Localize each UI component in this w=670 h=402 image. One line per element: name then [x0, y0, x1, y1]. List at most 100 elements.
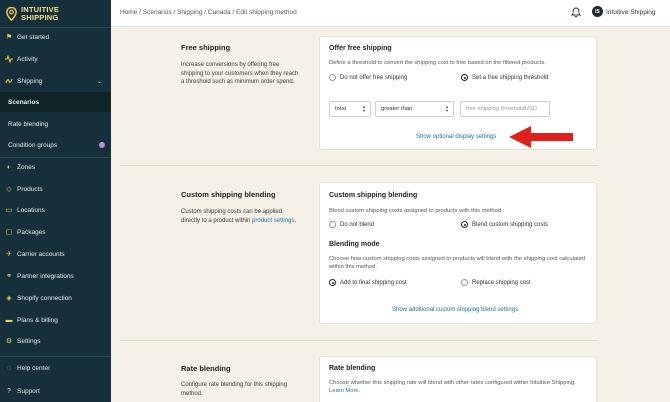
- radio-set-free-shipping-threshold[interactable]: Set a free shipping threshold: [461, 74, 548, 81]
- sidebar-item-zones[interactable]: ◐ Zones: [0, 157, 111, 177]
- radio-button[interactable]: [461, 279, 468, 286]
- sidebar-item-scenarios[interactable]: Scenarios: [0, 92, 111, 112]
- sidebar-item-activity[interactable]: Activity: [0, 49, 111, 69]
- flag-icon: ⚑: [5, 34, 13, 41]
- breadcrumb[interactable]: Home / Scenarios / Shipping / Canada / E…: [120, 9, 297, 16]
- chevron-down-icon: ⌄: [96, 78, 102, 85]
- sidebar-item-label: Rate blending: [8, 120, 49, 128]
- sidebar-item-carrier-accounts[interactable]: ✈ Carrier accounts: [0, 244, 111, 264]
- card-title: Custom shipping blending: [329, 192, 418, 199]
- shopify-icon: ◈: [6, 295, 12, 302]
- sidebar-item-partner-integrations[interactable]: ⚭ Partner integrations: [0, 266, 111, 286]
- sidebar-item-label: Activity: [17, 55, 38, 63]
- locations-icon: ▭: [5, 207, 13, 214]
- sidebar-item-label: Packages: [17, 228, 46, 236]
- radio-button[interactable]: [329, 279, 336, 286]
- sidebar-item-plans-billing[interactable]: ▬ Plans & billing: [0, 310, 111, 330]
- select-arrows-icon: ▲ ▼: [362, 104, 366, 113]
- sidebar-divider: [0, 356, 111, 357]
- radio-button[interactable]: [461, 221, 468, 228]
- blending-mode-title: Blending mode: [329, 241, 380, 248]
- radio-button[interactable]: [329, 221, 336, 228]
- partner-icon: ⚭: [6, 273, 12, 280]
- product-settings-link[interactable]: product settings: [252, 218, 294, 224]
- sidebar-item-label: Partner integrations: [17, 272, 74, 280]
- user-name[interactable]: Intuitive Shipping: [606, 9, 656, 16]
- help-icon: ◌: [6, 364, 12, 372]
- zones-icon: ◐: [6, 163, 12, 171]
- show-optional-display-settings-link[interactable]: Show optional display settings: [416, 134, 496, 140]
- carrier-icon: ✈: [6, 251, 12, 258]
- sidebar-item-locations[interactable]: ▭ Locations: [0, 200, 111, 220]
- card-subtitle: Choose whether this shipping rate will b…: [329, 380, 576, 394]
- bell-icon[interactable]: [571, 7, 581, 18]
- card-title: Rate blending: [329, 365, 376, 372]
- red-arrow-icon: [509, 126, 573, 148]
- shipping-icon: [5, 77, 13, 85]
- notification-badge: !: [99, 142, 105, 148]
- sidebar-item-label: Settings: [17, 337, 41, 345]
- learn-more-link[interactable]: Learn More.: [329, 388, 360, 394]
- card-subtitle: Blend custom shipping costs assigned to …: [329, 208, 503, 214]
- sidebar-item-label: Carrier accounts: [17, 250, 65, 258]
- app-name: INTUITIVE SHIPPING: [21, 5, 60, 22]
- custom-shipping-blending-card: Custom shipping blending Blend custom sh…: [319, 182, 597, 324]
- sidebar-item-help-center[interactable]: ◌ Help center: [0, 358, 111, 378]
- sidebar: INTUITIVE SHIPPING ⚑ Get started Activit…: [0, 0, 111, 402]
- radio-button[interactable]: [329, 74, 336, 81]
- field-select[interactable]: total ▲ ▼: [329, 101, 371, 117]
- blending-mode-subtitle: Choose how custom shipping costs assigne…: [329, 256, 586, 270]
- sidebar-item-get-started[interactable]: ⚑ Get started: [0, 27, 111, 47]
- radio-do-not-blend[interactable]: Do not blend: [329, 221, 374, 228]
- radio-button[interactable]: [461, 74, 468, 81]
- radio-add-to-final-shipping-cost[interactable]: Add to final shipping cost: [329, 279, 407, 286]
- rate-blending-description: Configure rate blending for this shippin…: [181, 382, 288, 397]
- card-title: Offer free shipping: [329, 45, 392, 52]
- sidebar-item-rate-blending[interactable]: Rate blending: [0, 114, 111, 134]
- location-pin-icon: [6, 7, 17, 21]
- custom-blending-section-title: Custom shipping blending: [181, 190, 276, 199]
- section-divider: [120, 165, 598, 166]
- sidebar-item-label: Get started: [17, 33, 50, 41]
- custom-blending-description: Custom shipping costs can be applied dir…: [181, 209, 297, 224]
- settings-icon: ⚙: [5, 338, 13, 345]
- sidebar-item-support[interactable]: ? Support: [0, 381, 111, 401]
- rate-blending-card: Rate blending Choose whether this shippi…: [319, 356, 597, 402]
- show-additional-blend-settings-link[interactable]: Show additional custom shipping blend se…: [392, 307, 518, 313]
- radio-replace-shipping-cost[interactable]: Replace shipping cost: [461, 279, 531, 286]
- rate-blending-section-title: Rate blending: [181, 364, 231, 373]
- top-bar: Home / Scenarios / Shipping / Canada / E…: [111, 0, 670, 27]
- free-shipping-section-title: Free shipping: [181, 43, 231, 52]
- operator-select[interactable]: greater than ▲ ▼: [375, 101, 454, 117]
- sidebar-item-label: Plans & billing: [17, 316, 58, 324]
- sidebar-item-label: Help center: [17, 364, 51, 372]
- radio-do-not-offer-free-shipping[interactable]: Do not offer free shipping: [329, 74, 407, 81]
- sidebar-item-label: Products: [17, 185, 43, 193]
- sidebar-item-shipping[interactable]: Shipping ⌄: [0, 71, 111, 91]
- activity-icon: [5, 55, 13, 63]
- radio-blend-custom-shipping-costs[interactable]: Blend custom shipping costs: [461, 221, 548, 228]
- sidebar-item-label: Shipping: [17, 77, 43, 85]
- sidebar-item-products[interactable]: ◇ Products: [0, 179, 111, 199]
- free-shipping-description: Increase conversions by offering free sh…: [181, 62, 299, 85]
- section-divider: [120, 340, 598, 341]
- avatar[interactable]: IS: [592, 6, 603, 17]
- packages-icon: ▢: [5, 229, 13, 236]
- sidebar-item-packages[interactable]: ▢ Packages: [0, 222, 111, 242]
- app-logo[interactable]: INTUITIVE SHIPPING: [0, 0, 111, 28]
- sidebar-item-label: Support: [17, 387, 40, 395]
- sidebar-item-settings[interactable]: ⚙ Settings: [0, 331, 111, 351]
- sidebar-item-label: Locations: [17, 206, 45, 214]
- currency-suffix: USD: [524, 106, 537, 112]
- support-icon: ?: [7, 387, 11, 395]
- sidebar-item-label: Zones: [17, 163, 36, 171]
- sidebar-item-condition-groups[interactable]: Condition groups !: [0, 135, 111, 155]
- sidebar-item-label: Condition groups: [8, 141, 58, 149]
- threshold-input[interactable]: free shipping threshold USD: [460, 101, 550, 117]
- sidebar-item-shopify-connection[interactable]: ◈ Shopify connection: [0, 288, 111, 308]
- select-arrows-icon: ▲ ▼: [445, 104, 449, 113]
- products-icon: ◇: [6, 186, 12, 193]
- sidebar-item-label: Scenarios: [8, 98, 40, 106]
- card-subtitle: Define a threshold to convert the shippi…: [329, 60, 546, 66]
- billing-icon: ▬: [5, 316, 13, 324]
